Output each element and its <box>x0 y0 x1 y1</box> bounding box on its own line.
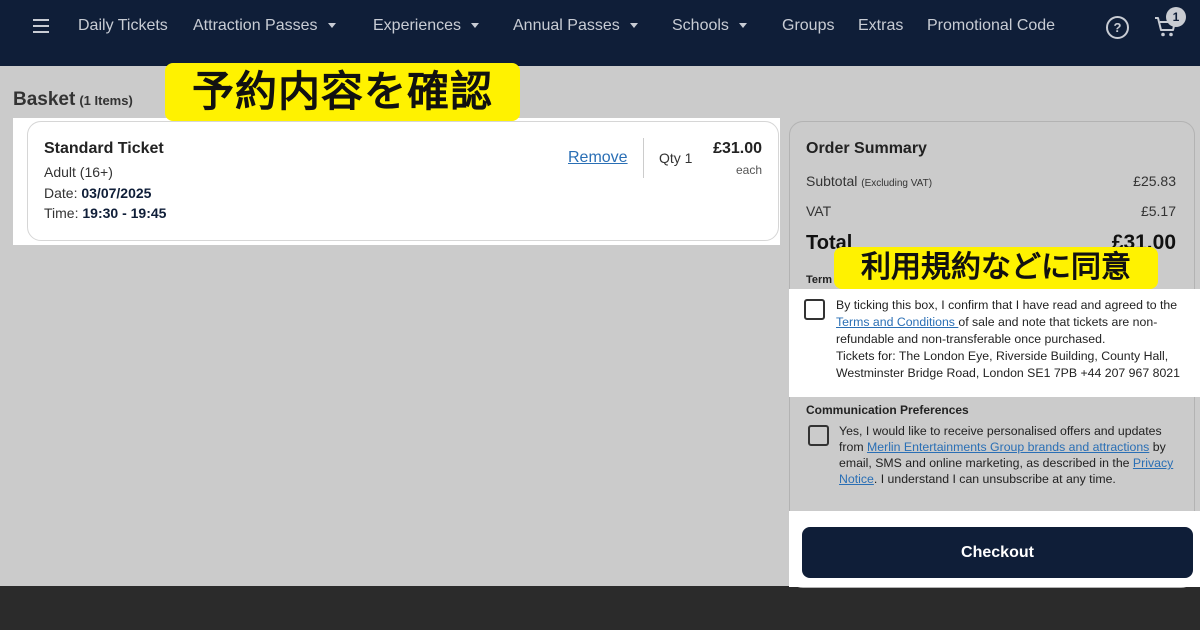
basket-heading: Basket (1 Items) <box>13 89 133 111</box>
ticket-quantity: Qty 1 <box>659 150 693 166</box>
ticket-price: £31.00 <box>713 140 762 157</box>
nav-extras[interactable]: Extras <box>858 17 903 35</box>
basket-item-count: (1 Items) <box>79 93 133 108</box>
ticket-time: Time: 19:30 - 19:45 <box>44 205 167 221</box>
divider <box>643 138 644 178</box>
chevron-down-icon <box>629 23 638 29</box>
communication-text: Yes, I would like to receive personalise… <box>839 424 1174 486</box>
price-unit: each <box>735 163 762 177</box>
nav-schools[interactable]: Schools <box>672 17 747 35</box>
nav-annual-passes[interactable]: Annual Passes <box>513 17 638 35</box>
remove-item-link[interactable]: Remove <box>568 149 628 167</box>
nav-experiences[interactable]: Experiences <box>373 17 480 35</box>
nav-promotional-code[interactable]: Promotional Code <box>927 17 1055 35</box>
checkout-button[interactable]: Checkout <box>802 527 1193 578</box>
ticket-type: Adult (16+) <box>44 164 113 180</box>
communication-preferences-heading: Communication Preferences <box>806 403 969 417</box>
marketing-checkbox[interactable] <box>808 425 829 446</box>
subtotal-label: Subtotal (Excluding VAT) <box>806 173 933 189</box>
chevron-down-icon <box>471 23 480 29</box>
annotation-agree-terms: 利用規約などに同意 <box>834 247 1158 289</box>
vat-label: VAT <box>806 203 832 219</box>
chevron-down-icon <box>738 23 747 29</box>
tickets-for-text: Tickets for: The London Eye, Riverside B… <box>836 349 1180 380</box>
nav-attraction-passes[interactable]: Attraction Passes <box>193 17 336 35</box>
chevron-down-icon <box>327 23 336 29</box>
nav-daily-tickets[interactable]: Daily Tickets <box>78 17 168 35</box>
terms-link[interactable]: Terms and Conditions <box>836 315 958 329</box>
help-icon[interactable]: ? <box>1106 16 1129 39</box>
vat-value: £5.17 <box>1140 203 1176 219</box>
ticket-date: Date: 03/07/2025 <box>44 185 152 201</box>
footer-strip <box>0 586 1200 630</box>
order-summary-title: Order Summary <box>806 140 927 157</box>
annotation-confirm-booking: 予約内容を確認 <box>165 63 520 121</box>
cart-count-badge: 1 <box>1166 7 1186 27</box>
nav-groups[interactable]: Groups <box>782 17 834 35</box>
top-navigation: Daily Tickets Attraction Passes Experien… <box>0 0 1200 66</box>
basket-title: Basket <box>13 89 76 110</box>
terms-checkbox[interactable] <box>804 299 825 320</box>
terms-heading: Term <box>806 274 833 286</box>
terms-text: By ticking this box, I confirm that I ha… <box>836 298 1180 380</box>
subtotal-value: £25.83 <box>1133 173 1176 189</box>
menu-icon[interactable] <box>33 19 49 33</box>
merlin-brands-link[interactable]: Merlin Entertainments Group brands and a… <box>867 440 1149 454</box>
basket-item-card <box>27 121 779 241</box>
ticket-name: Standard Ticket <box>44 140 164 157</box>
